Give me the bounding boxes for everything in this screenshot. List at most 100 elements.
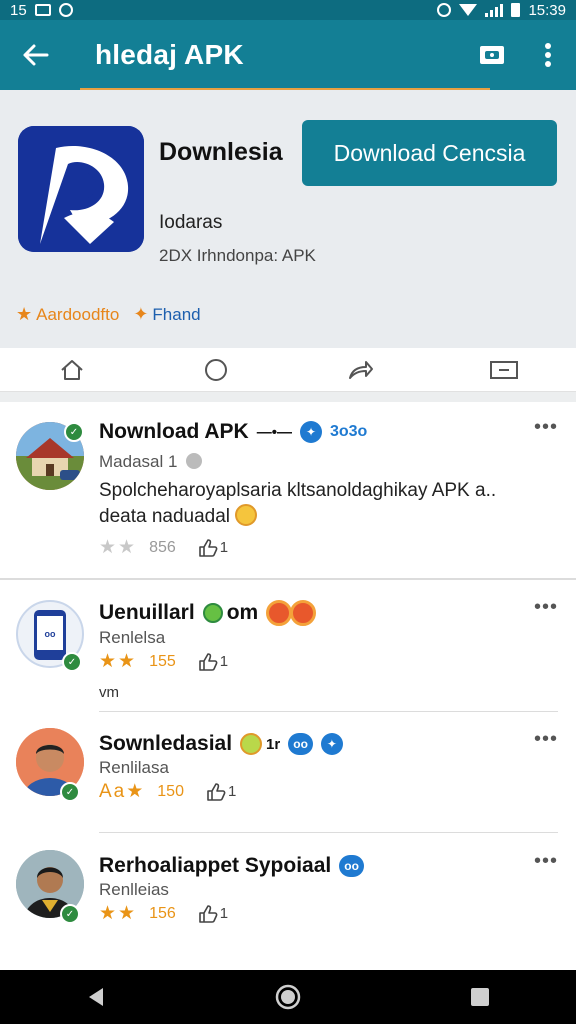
nav-back-button[interactable]: [66, 970, 126, 1024]
post-extra: vm: [99, 684, 119, 701]
app-tags: ★ Aardoodfto ✦ Fhand: [16, 304, 201, 325]
feed-post[interactable]: ✓ Nownload APK —•— ✦ 3o3o Madasal 1 Spol…: [0, 402, 576, 578]
post-subtitle: Renlelsa: [99, 628, 166, 647]
reaction-icon: [266, 600, 293, 626]
tag-item[interactable]: ★ Aardoodfto: [16, 304, 119, 325]
post-more-button[interactable]: •••: [534, 596, 558, 619]
tag-label: Aardoodfto: [36, 304, 120, 324]
like-button[interactable]: 1: [198, 652, 229, 671]
verified-icon: ✓: [64, 422, 84, 442]
star-badge-icon: ✦: [133, 304, 149, 324]
post-title-text: Uenuillarl: [99, 601, 195, 624]
battery-icon: [511, 3, 521, 17]
app-bar: hledaj APK: [0, 20, 576, 90]
home-icon: [61, 359, 83, 380]
nav-home-button[interactable]: [258, 970, 318, 1024]
post-body: Spolcheharoyaplsaria kltsanoldaghikay AP…: [99, 478, 544, 530]
post-stats: ★★ 155 1: [99, 650, 228, 673]
alarm-icon: [437, 3, 452, 17]
cast-icon: [480, 46, 504, 64]
post-stats: Aa★ 150 1: [99, 780, 236, 803]
rating-stars: ★★: [99, 903, 138, 924]
system-nav-bar: [0, 970, 576, 1024]
notification-icon: [34, 4, 51, 16]
app-name: Downlesia: [159, 138, 283, 166]
rating-count: 150: [157, 782, 184, 800]
back-button[interactable]: [0, 20, 70, 90]
like-count: 1: [227, 783, 237, 800]
post-body-text: Spolcheharoyaplsaria kltsanoldaghikay AP…: [99, 480, 497, 527]
post-title: Uenuillarl om: [99, 600, 317, 626]
rating-stars: ★★: [99, 651, 138, 672]
badge-icon: oo: [339, 855, 364, 877]
status-left-text: 15: [10, 1, 27, 19]
like-count: 1: [219, 539, 229, 556]
triangle-back-icon: [89, 988, 103, 1006]
post-title: Sownledasial 1r oo ✦: [99, 732, 343, 756]
wifi-icon: [459, 4, 478, 16]
arrow-left-icon: [23, 44, 49, 66]
like-button[interactable]: 1: [206, 782, 237, 801]
home-button[interactable]: [0, 348, 144, 392]
rating-stars: ★★: [99, 537, 138, 558]
feed-post[interactable]: ✓ Rerhoaliappet Sypoiaal oo Renlleias ★★…: [0, 834, 576, 964]
post-badge-text: 3o3o: [329, 423, 368, 440]
save-button[interactable]: [432, 348, 576, 392]
post-subtitle: Renlleias: [99, 880, 169, 899]
post-title-text: Rerhoaliappet Sypoiaal: [99, 854, 332, 877]
like-count: 1: [219, 653, 229, 670]
emoji-icon: [240, 733, 263, 755]
app-bar-title: hledaj APK: [95, 39, 244, 70]
more-vert-icon: [545, 43, 551, 67]
nav-recents-button[interactable]: [450, 970, 510, 1024]
rating-count: 156: [149, 904, 176, 922]
signal-icon: [485, 3, 504, 17]
overflow-menu-button[interactable]: [520, 20, 576, 90]
action-row: [0, 348, 576, 392]
rating-count: 856: [149, 538, 176, 556]
badge-icon: oo: [288, 733, 313, 755]
post-title-tail: 1r: [266, 735, 281, 753]
post-more-button[interactable]: •••: [534, 728, 558, 751]
feed-post[interactable]: oo ✓ Uenuillarl om Renlelsa ★★ 155 1 vm …: [0, 580, 576, 710]
app-developer: Iodaras: [159, 212, 223, 233]
tag-label: Fhand: [152, 304, 201, 324]
like-button[interactable]: 1: [198, 904, 229, 923]
circle-button[interactable]: [144, 348, 288, 392]
post-more-button[interactable]: •••: [534, 416, 558, 439]
verified-icon: ✓: [60, 904, 80, 924]
sync-icon: [58, 3, 73, 17]
download-button[interactable]: Download Cencsia: [302, 120, 557, 186]
thumbs-up-icon: [207, 782, 226, 801]
post-title-tail: om: [226, 601, 259, 624]
feed-post[interactable]: ✓ Sownledasial 1r oo ✦ Renlilasa Aa★ 150…: [0, 712, 576, 832]
verified-badge-icon: ✦: [320, 733, 343, 755]
circle-icon: [205, 358, 227, 381]
post-subtitle: Madasal 1: [99, 452, 203, 472]
emoji-icon: [235, 504, 258, 526]
verified-icon: ✓: [60, 782, 80, 802]
like-button[interactable]: 1: [198, 538, 229, 557]
thumbs-up-icon: [198, 652, 218, 671]
like-count: 1: [219, 905, 229, 922]
post-title-suffix: —•—: [256, 423, 292, 441]
post-title-text: Sownledasial: [99, 732, 233, 755]
svg-text:oo: oo: [45, 629, 56, 639]
post-subtitle: Renlilasa: [99, 758, 169, 777]
verified-icon: ✓: [62, 652, 82, 672]
status-bar: 15 15:39: [0, 0, 576, 20]
tag-item[interactable]: ✦ Fhand: [133, 304, 200, 325]
share-icon: [349, 360, 373, 379]
rating-stars: Aa★: [99, 781, 146, 802]
post-title: Rerhoaliappet Sypoiaal oo: [99, 854, 364, 878]
section-separator: [0, 392, 576, 402]
post-more-button[interactable]: •••: [534, 850, 558, 873]
emoji-icon: [202, 603, 223, 623]
share-button[interactable]: [288, 348, 432, 392]
star-icon: ★: [16, 304, 33, 324]
cast-button[interactable]: [464, 20, 520, 90]
post-subtitle-text: Madasal 1: [99, 452, 178, 471]
post-title-text: Nownload APK: [99, 420, 249, 443]
app-header: Downlesia Download Cencsia Iodaras 2DX I…: [0, 90, 576, 348]
clock-icon: [186, 453, 203, 469]
